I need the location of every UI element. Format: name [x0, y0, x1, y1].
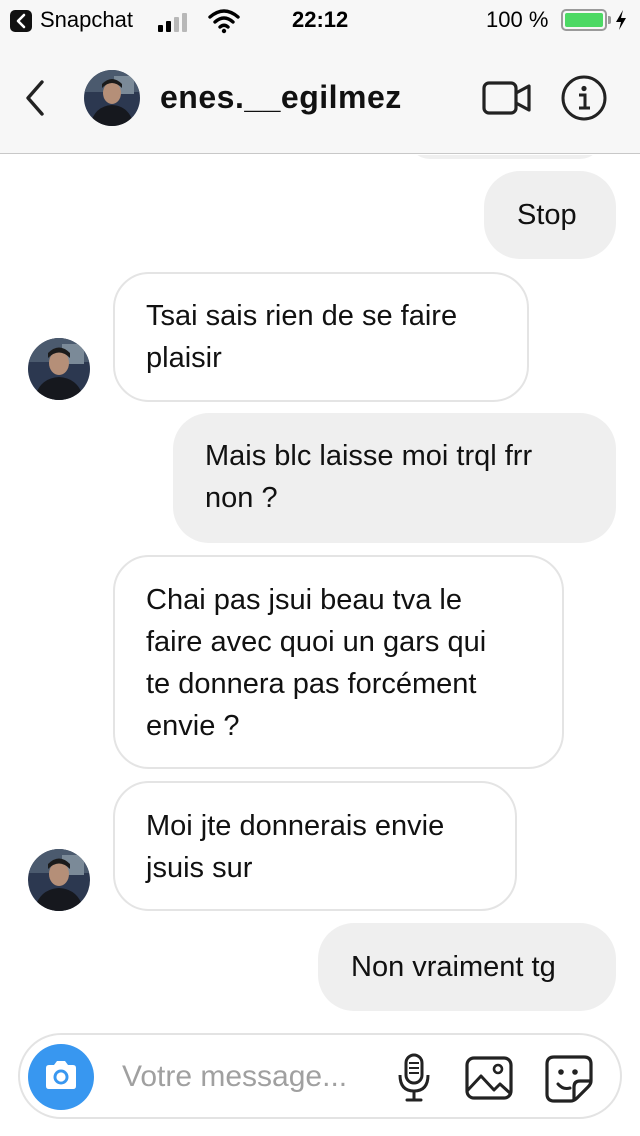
message-text-line: non ? — [205, 482, 278, 514]
message-text: Stop — [517, 199, 577, 231]
message-bubble-incoming[interactable]: Tsai sais rien de se faire plaisir — [113, 272, 529, 402]
signal-icon — [158, 12, 198, 32]
message-text-line: faire avec quoi un gars qui — [146, 626, 487, 658]
sender-avatar[interactable] — [28, 849, 90, 911]
message-text-line: Chai pas jsui beau tva le — [146, 584, 462, 616]
message-bubble-outgoing[interactable]: Stop — [484, 171, 616, 259]
message-text-line: plaisir — [146, 342, 222, 374]
video-camera-icon[interactable] — [481, 78, 533, 118]
camera-icon[interactable] — [28, 1044, 94, 1110]
status-time: 22:12 — [292, 7, 349, 32]
status-bar: Snapchat 22:12 100 % — [0, 0, 640, 42]
message-bubble-incoming[interactable]: Chai pas jsui beau tva le faire avec quo… — [113, 555, 564, 769]
back-to-app-icon[interactable] — [10, 10, 32, 32]
message-bubble-incoming[interactable]: Moi jte donnerais envie jsuis sur — [113, 781, 517, 911]
wifi-icon — [208, 8, 240, 39]
message-input[interactable] — [122, 1057, 382, 1097]
battery-icon — [561, 9, 611, 31]
sender-avatar[interactable] — [28, 338, 90, 400]
message-bubble-partial — [408, 155, 602, 159]
info-icon[interactable] — [560, 74, 608, 122]
message-thread[interactable]: Stop Tsai sais rien de se faire plaisir … — [0, 155, 640, 1027]
chevron-left-icon[interactable] — [18, 78, 54, 118]
message-composer — [18, 1033, 622, 1119]
message-bubble-outgoing[interactable]: Non vraiment tg — [318, 923, 616, 1011]
message-bubble-outgoing[interactable]: Mais blc laisse moi trql frr non ? — [173, 413, 616, 543]
message-text-line: te donnera pas forcément — [146, 668, 477, 700]
message-text-line: Moi jte donnerais envie — [146, 810, 445, 842]
gallery-icon[interactable] — [464, 1055, 514, 1101]
microphone-icon[interactable] — [396, 1053, 432, 1103]
message-text-line: Mais blc laisse moi trql frr — [205, 440, 533, 472]
back-app-label[interactable]: Snapchat — [40, 7, 133, 33]
conversation-header: enes.__egilmez — [0, 42, 640, 154]
message-text-line: Tsai sais rien de se faire — [146, 300, 458, 332]
message-text-line: jsuis sur — [146, 852, 253, 884]
message-text-line: envie ? — [146, 710, 240, 742]
battery-percent: 100 % — [486, 7, 549, 32]
conversation-username[interactable]: enes.__egilmez — [160, 79, 402, 116]
avatar[interactable] — [84, 70, 140, 126]
charging-bolt-icon — [614, 9, 628, 36]
sticker-icon[interactable] — [544, 1054, 594, 1104]
message-text: Non vraiment tg — [351, 951, 556, 983]
